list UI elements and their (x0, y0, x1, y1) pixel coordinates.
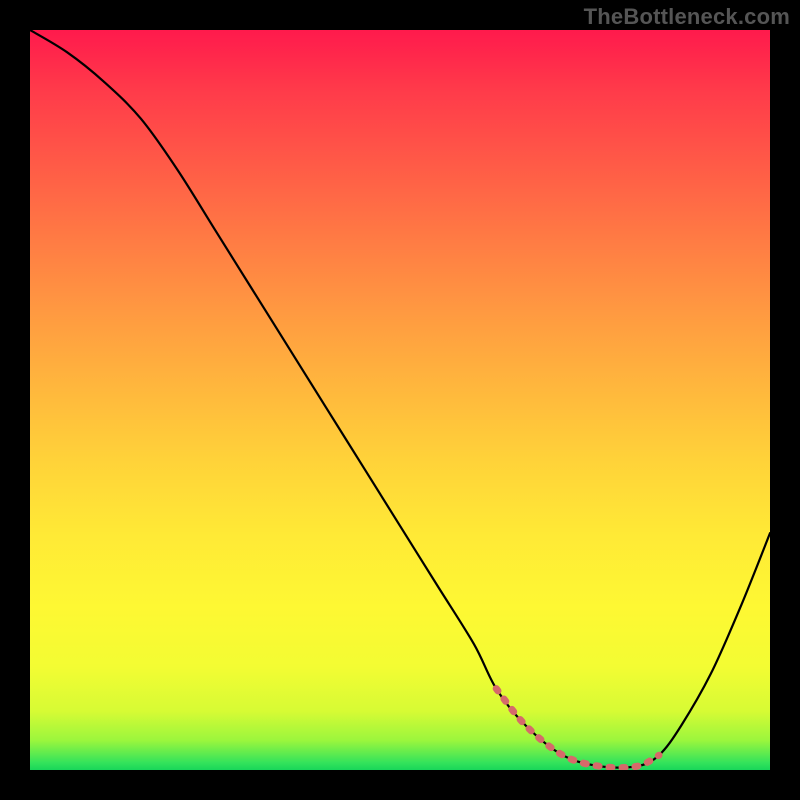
optimal-highlight (496, 689, 659, 768)
curve-svg (30, 30, 770, 770)
watermark-text: TheBottleneck.com (584, 4, 790, 30)
plot-area (30, 30, 770, 770)
bottleneck-curve (30, 30, 770, 768)
chart-frame: TheBottleneck.com (0, 0, 800, 800)
